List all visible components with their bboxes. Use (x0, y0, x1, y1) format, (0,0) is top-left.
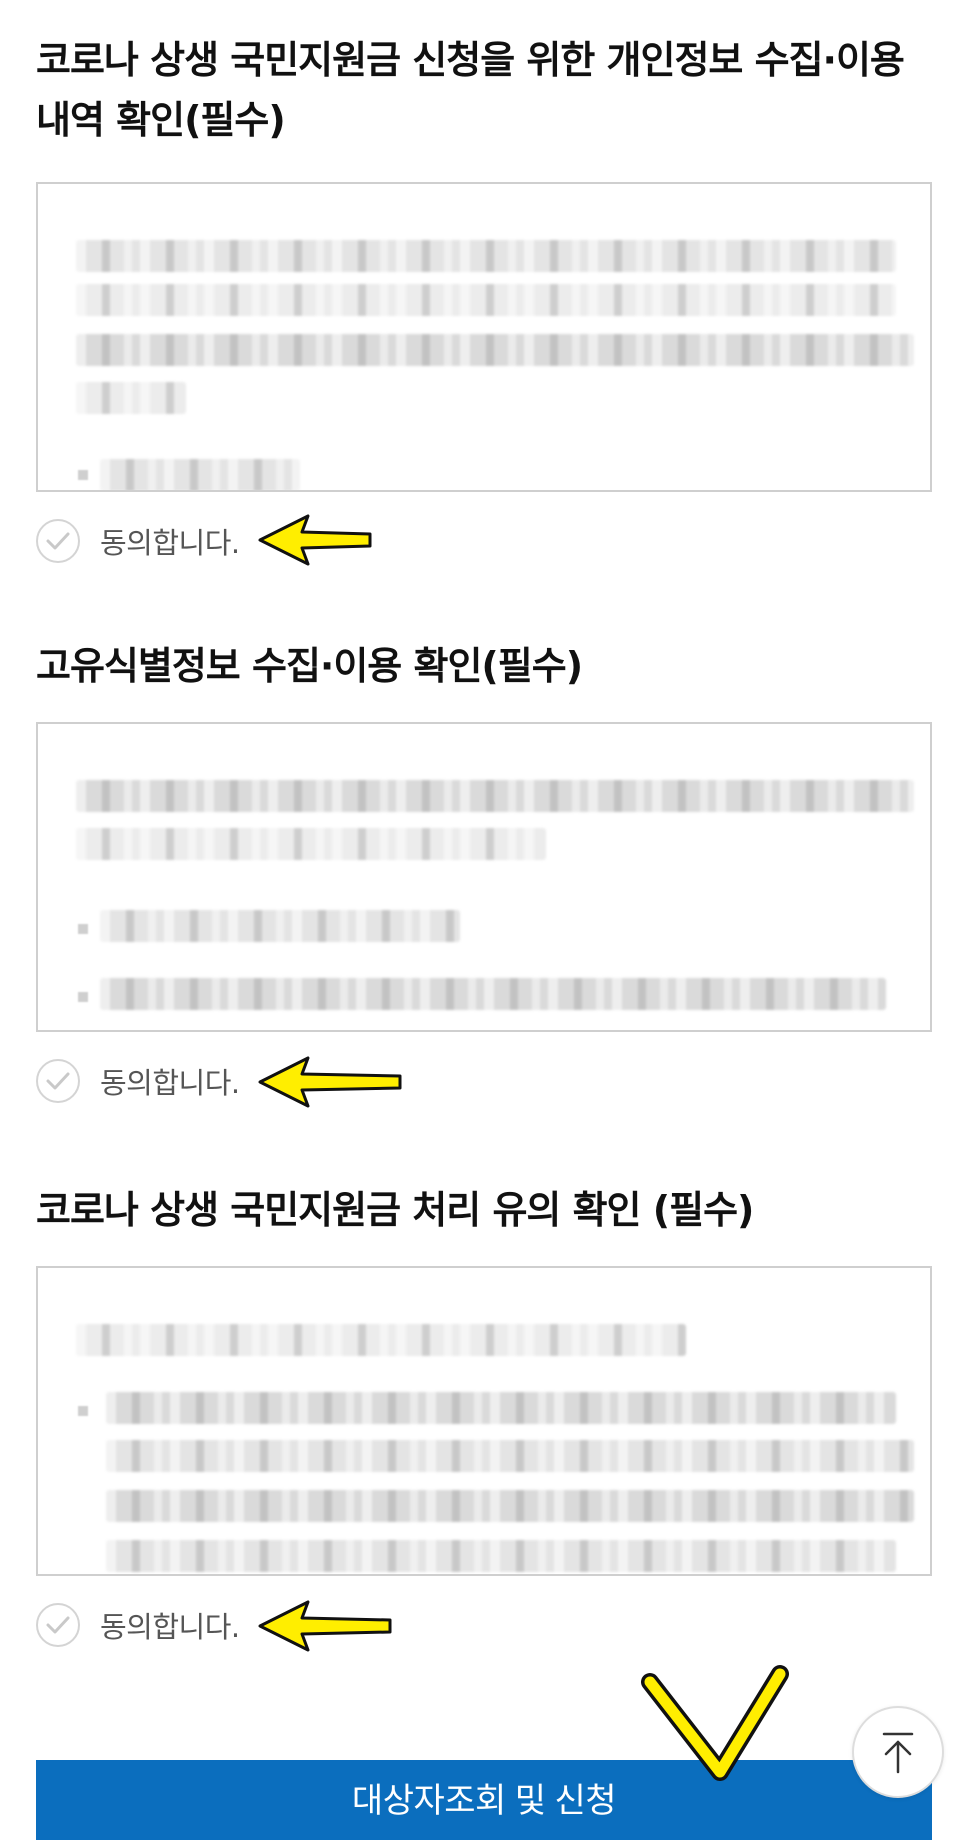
yellow-arrow-left-icon (258, 1056, 402, 1108)
check-circle-icon[interactable] (36, 519, 80, 563)
blurred-text (76, 240, 896, 272)
scroll-to-top-button[interactable] (852, 1706, 944, 1798)
terms-box-processing-notice[interactable] (36, 1266, 932, 1576)
agree-checkbox-unique-id[interactable]: 동의합니다. (36, 1056, 240, 1106)
section-unique-id: 고유식별정보 수집·이용 확인(필수) 동의합니다. (36, 636, 932, 1103)
section-personal-info: 코로나 상생 국민지원금 신청을 위한 개인정보 수집·이용 내역 확인(필수)… (36, 30, 932, 563)
terms-box-personal-info[interactable] (36, 182, 932, 492)
agree-label: 동의합니다. (100, 1066, 240, 1100)
yellow-check-annotation-icon (641, 1665, 789, 1781)
blurred-text (106, 1440, 914, 1472)
blurred-text (100, 910, 460, 942)
agree-checkbox-processing-notice[interactable]: 동의합니다. (36, 1600, 240, 1650)
search-and-apply-button[interactable]: 대상자조회 및 신청 (36, 1760, 932, 1840)
bullet (78, 1406, 88, 1416)
blurred-text (76, 334, 914, 366)
blurred-text (100, 459, 300, 490)
blurred-text (106, 1490, 914, 1522)
blurred-text (76, 780, 914, 812)
agree-label: 동의합니다. (100, 1610, 240, 1644)
blurred-text (106, 1540, 896, 1572)
arrow-up-icon (882, 1732, 914, 1774)
blurred-text (76, 1324, 686, 1356)
section-title: 코로나 상생 국민지원금 처리 유의 확인 (필수) (36, 1188, 754, 1232)
blurred-text (100, 978, 886, 1010)
terms-box-unique-id[interactable] (36, 722, 932, 1032)
section-title: 고유식별정보 수집·이용 확인(필수) (36, 644, 583, 688)
yellow-arrow-left-icon (258, 514, 372, 566)
bullet (78, 470, 88, 480)
blurred-text (76, 382, 186, 414)
blurred-text (76, 284, 896, 316)
bullet (78, 992, 88, 1002)
agree-checkbox-personal-info[interactable]: 동의합니다. (36, 516, 240, 566)
blurred-text (76, 828, 546, 860)
check-circle-icon[interactable] (36, 1603, 80, 1647)
yellow-arrow-left-icon (258, 1600, 392, 1652)
check-circle-icon[interactable] (36, 1059, 80, 1103)
blurred-text (106, 1392, 896, 1424)
agree-label: 동의합니다. (100, 526, 240, 560)
section-processing-notice: 코로나 상생 국민지원금 처리 유의 확인 (필수) 동의합니다. (36, 1180, 932, 1647)
bullet (78, 924, 88, 934)
section-title: 코로나 상생 국민지원금 신청을 위한 개인정보 수집·이용 내역 확인(필수) (36, 38, 905, 142)
